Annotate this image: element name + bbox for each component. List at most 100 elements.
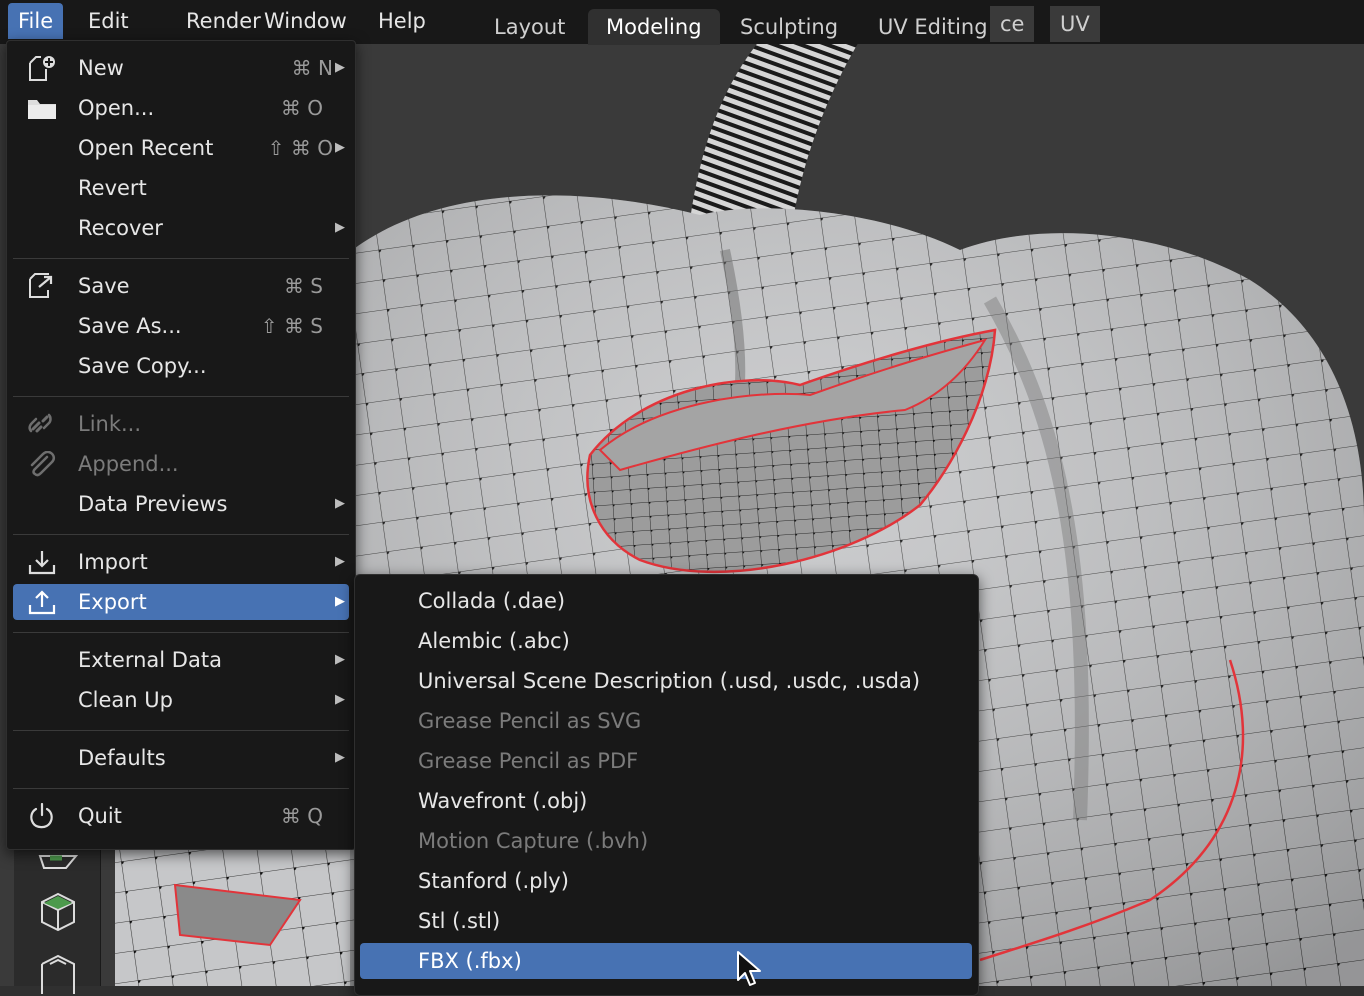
menu-item-import[interactable]: Import ▶ [13, 544, 349, 580]
label: Stl (.stl) [418, 909, 501, 933]
label: Alembic (.abc) [418, 629, 570, 653]
link-icon [28, 413, 52, 433]
separator [13, 788, 349, 789]
menu-item-clean-up[interactable]: Clean Up ▶ [13, 682, 349, 718]
export-collada[interactable]: Collada (.dae) [360, 583, 972, 619]
submenu-arrow-icon: ▶ [335, 60, 345, 75]
shortcut: ⌘ Q [280, 804, 323, 828]
submenu-arrow-icon: ▶ [335, 652, 345, 667]
shortcut: ⇧ ⌘ O [267, 136, 333, 160]
label: Clean Up [78, 688, 173, 712]
submenu-arrow-icon: ▶ [335, 692, 345, 707]
menu-item-recover[interactable]: Recover ▶ [13, 210, 349, 246]
menu-item-data-previews[interactable]: Data Previews ▶ [13, 486, 349, 522]
shortcut: ⇧ ⌘ S [260, 314, 323, 338]
menu-help[interactable]: Help [368, 3, 436, 39]
separator [13, 632, 349, 633]
export-usd[interactable]: Universal Scene Description (.usd, .usdc… [360, 663, 972, 699]
export-alembic[interactable]: Alembic (.abc) [360, 623, 972, 659]
tab-layout[interactable]: Layout [476, 9, 583, 45]
menu-item-quit[interactable]: Quit ⌘ Q [13, 798, 349, 834]
label: Data Previews [78, 492, 228, 516]
shortcut: ⌘ N [291, 56, 333, 80]
label: Motion Capture (.bvh) [418, 829, 649, 853]
menu-item-save[interactable]: Save ⌘ S [13, 268, 349, 304]
folder-icon [28, 100, 56, 119]
export-fbx[interactable]: FBX (.fbx) [360, 943, 972, 979]
menu-window[interactable]: Window [254, 3, 357, 39]
export-grease-pencil-svg: Grease Pencil as SVG [360, 703, 972, 739]
label: Grease Pencil as PDF [418, 749, 639, 773]
menu-item-save-as[interactable]: Save As... ⇧ ⌘ S [13, 308, 349, 344]
separator [13, 730, 349, 731]
menu-item-new[interactable]: New ⌘ N ▶ [13, 50, 349, 86]
label: Recover [78, 216, 163, 240]
export-wavefront-obj[interactable]: Wavefront (.obj) [360, 783, 972, 819]
tab-uv-editing[interactable]: UV Editing [860, 9, 1006, 45]
label: Link... [78, 412, 142, 436]
label: Import [78, 550, 148, 574]
separator [13, 258, 349, 259]
export-grease-pencil-pdf: Grease Pencil as PDF [360, 743, 972, 779]
tab-uv-partial[interactable]: UV [1050, 6, 1100, 42]
label: Save [78, 274, 130, 298]
label: Stanford (.ply) [418, 869, 569, 893]
menu-item-open-recent[interactable]: Open Recent ⇧ ⌘ O ▶ [13, 130, 349, 166]
label: Save As... [78, 314, 182, 338]
tab-modeling[interactable]: Modeling [588, 9, 720, 45]
label: External Data [78, 648, 222, 672]
save-icon [29, 273, 53, 298]
label: Defaults [78, 746, 166, 770]
export-submenu: Collada (.dae) Alembic (.abc) Universal … [354, 574, 979, 996]
shortcut: ⌘ S [283, 274, 323, 298]
menu-item-open[interactable]: Open... ⌘ O [13, 90, 349, 126]
tab-sculpting[interactable]: Sculpting [722, 9, 856, 45]
tool-shelf [14, 840, 101, 994]
label: Quit [78, 804, 122, 828]
submenu-arrow-icon: ▶ [335, 220, 345, 235]
menu-file[interactable]: File [8, 3, 64, 39]
submenu-arrow-icon: ▶ [335, 140, 345, 155]
label: Open... [78, 96, 155, 120]
top-menubar: File Edit Render Window Help Layout Mode… [0, 0, 1364, 45]
export-stl[interactable]: Stl (.stl) [360, 903, 972, 939]
shortcut: ⌘ O [280, 96, 323, 120]
new-file-icon [29, 56, 55, 81]
extrude-manifold-icon[interactable] [36, 888, 80, 932]
inset-faces-icon[interactable] [36, 950, 80, 994]
menu-item-defaults[interactable]: Defaults ▶ [13, 740, 349, 776]
menu-edit[interactable]: Edit [78, 3, 139, 39]
submenu-arrow-icon: ▶ [335, 594, 345, 609]
label: New [78, 56, 124, 80]
label: Universal Scene Description (.usd, .usdc… [418, 669, 921, 693]
power-icon [30, 803, 53, 829]
label: Export [78, 590, 147, 614]
label: Open Recent [78, 136, 214, 160]
menu-item-export[interactable]: Export ▶ [13, 584, 349, 620]
menu-item-append: Append... [13, 446, 349, 482]
menu-item-save-copy[interactable]: Save Copy... [13, 348, 349, 384]
paperclip-icon [30, 451, 56, 477]
label: Grease Pencil as SVG [418, 709, 642, 733]
menu-item-link: Link... [13, 406, 349, 442]
export-stanford-ply[interactable]: Stanford (.ply) [360, 863, 972, 899]
import-icon [28, 551, 56, 575]
submenu-arrow-icon: ▶ [335, 750, 345, 765]
label: FBX (.fbx) [418, 949, 522, 973]
label: Wavefront (.obj) [418, 789, 588, 813]
separator [13, 396, 349, 397]
label: Append... [78, 452, 179, 476]
separator [13, 534, 349, 535]
label: Save Copy... [78, 354, 207, 378]
export-motion-capture-bvh: Motion Capture (.bvh) [360, 823, 972, 859]
menu-item-external-data[interactable]: External Data ▶ [13, 642, 349, 678]
label: Revert [78, 176, 147, 200]
arrow-cursor-icon [737, 951, 761, 986]
submenu-arrow-icon: ▶ [335, 554, 345, 569]
tab-texture-paint-partial[interactable]: ce [990, 6, 1035, 42]
submenu-arrow-icon: ▶ [335, 496, 345, 511]
export-icon [28, 590, 56, 615]
menu-item-revert[interactable]: Revert [13, 170, 349, 206]
file-menu: New ⌘ N ▶ Open... ⌘ O Open Recent ⇧ ⌘ O … [6, 40, 356, 850]
label: Collada (.dae) [418, 589, 566, 613]
